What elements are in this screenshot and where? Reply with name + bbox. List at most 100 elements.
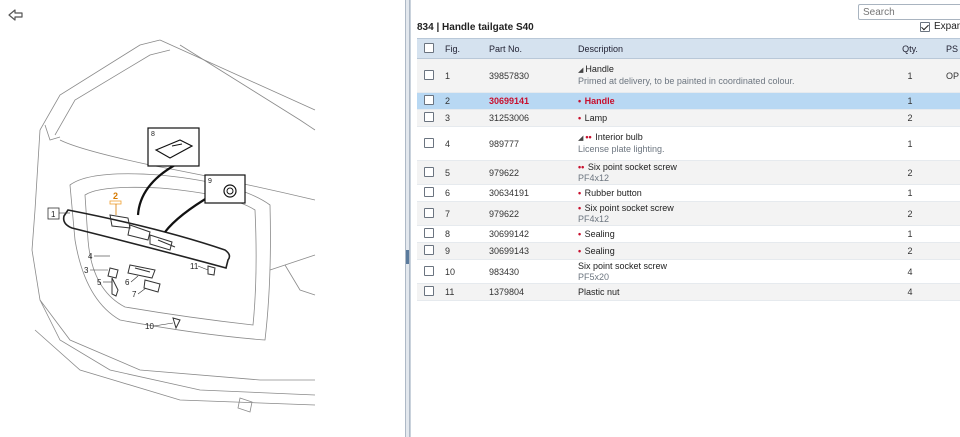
callout-label: 8 [151, 131, 155, 138]
table-row[interactable]: 11 1379804 Plastic nut 4 [417, 283, 960, 301]
row-checkbox[interactable] [424, 228, 434, 238]
cell-ps [942, 283, 960, 301]
cell-qty: 1 [878, 126, 942, 161]
cell-qty: 1 [878, 225, 942, 243]
row-checkbox[interactable] [424, 187, 434, 197]
cell-part-no[interactable]: 31253006 [485, 109, 574, 127]
cell-fig: 6 [441, 184, 485, 202]
expand-toggle[interactable]: Expand [920, 21, 960, 32]
search-input[interactable] [858, 4, 960, 20]
description-main: Six point socket screw [578, 261, 874, 272]
table-row[interactable]: 10 983430 Six point socket screw PF5x20 4 [417, 259, 960, 284]
cell-qty: 2 [878, 109, 942, 127]
cell-part-no[interactable]: 30699142 [485, 225, 574, 243]
description-main: Plastic nut [578, 287, 874, 298]
table-row[interactable]: 4 989777 ◢ •• Interior bulb License plate li… [417, 126, 960, 161]
select-all-checkbox[interactable] [424, 42, 434, 53]
column-header-fig[interactable]: Fig. [441, 38, 485, 59]
row-checkbox[interactable] [424, 112, 434, 122]
callout-label: 3 [84, 266, 89, 275]
expand-triangle-icon[interactable]: ◢ [578, 133, 583, 144]
table-row[interactable]: 3 31253006 • Lamp 2 [417, 109, 960, 127]
cell-ps [942, 242, 960, 260]
hierarchy-bullet: •• [578, 161, 585, 172]
row-checkbox[interactable] [424, 95, 434, 105]
cell-part-no[interactable]: 30699143 [485, 242, 574, 260]
callout-label: 5 [97, 278, 102, 287]
table-body: 1 39857830 ◢ Handle Primed at delivery, to b… [417, 58, 960, 301]
cell-part-no[interactable]: 39857830 [485, 58, 574, 93]
description-text: Handle [585, 64, 614, 74]
description-note: PF5x20 [578, 271, 610, 282]
description-main: • Sealing [578, 229, 874, 240]
splitter-grip-icon[interactable] [406, 250, 409, 264]
hierarchy-bullet: •• [585, 132, 592, 142]
expand-checkbox[interactable] [920, 21, 930, 32]
description-text: Six point socket screw [584, 202, 674, 213]
description-note: PF4x12 [578, 213, 610, 224]
description-text: Sealing [584, 245, 615, 256]
row-checkbox[interactable] [424, 265, 434, 276]
cell-fig: 2 [441, 92, 485, 110]
description-main: • Sealing [578, 246, 874, 257]
description-text: Handle [584, 95, 615, 106]
cell-part-no[interactable]: 30634191 [485, 184, 574, 202]
parts-list-pane: Expand 834 | Handle tailgate S40 Fig. Pa… [410, 0, 960, 437]
cell-description: ◢ Handle Primed at delivery, to be painted… [574, 58, 878, 93]
cell-fig: 8 [441, 225, 485, 243]
exploded-view-diagram[interactable]: 8 9 1 2 4 3 5 6 7 11 10 [0, 0, 405, 437]
cell-part-no[interactable]: 30699141 [485, 92, 574, 110]
column-header-ps[interactable]: PS [942, 38, 960, 59]
column-header-part-no[interactable]: Part No. [485, 38, 574, 59]
row-checkbox[interactable] [424, 69, 434, 80]
row-checkbox[interactable] [424, 137, 434, 148]
column-header-qty[interactable]: Qty. [878, 38, 942, 59]
row-checkbox[interactable] [424, 245, 434, 255]
cell-part-no[interactable]: 979622 [485, 160, 574, 185]
description-text: Six point socket screw [587, 161, 677, 172]
cell-qty: 2 [878, 242, 942, 260]
cell-ps [942, 160, 960, 185]
table-row[interactable]: 7 979622 • Six point socket screw PF4x12 2 [417, 201, 960, 226]
cell-ps [942, 92, 960, 110]
table-row[interactable]: 2 30699141 • Handle 1 [417, 92, 960, 110]
callout-label: 10 [145, 322, 154, 331]
cell-qty: 4 [878, 283, 942, 301]
cell-description: • Lamp [574, 109, 878, 127]
cell-fig: 7 [441, 201, 485, 226]
cell-fig: 9 [441, 242, 485, 260]
row-checkbox[interactable] [424, 207, 434, 218]
cell-part-no[interactable]: 1379804 [485, 283, 574, 301]
description-text: Six point socket screw [578, 260, 668, 271]
cell-qty: 1 [878, 184, 942, 202]
cell-part-no[interactable]: 979622 [485, 201, 574, 226]
app-root: 8 9 1 2 4 3 5 6 7 1 1 10 Search Expan 834… [0, 0, 960, 437]
description-main: •• Six point socket screw [578, 162, 874, 173]
cell-description: • Handle [574, 92, 878, 110]
cell-fig: 10 [441, 259, 485, 284]
table-row[interactable]: 5 979622 •• Six point socket screw PF4x12 2 [417, 160, 960, 185]
expand-label: Expand [934, 21, 960, 32]
cell-part-no[interactable]: 983430 [485, 259, 574, 284]
cell-ps: OP [942, 58, 960, 93]
table-row[interactable]: 6 30634191 • Rubber button 1 [417, 184, 960, 202]
description-text: Interior bulb [595, 132, 643, 142]
description-main: • Rubber button [578, 188, 874, 199]
table-row[interactable]: 8 30699142 • Sealing 1 [417, 225, 960, 243]
row-checkbox[interactable] [424, 286, 434, 296]
row-checkbox[interactable] [424, 166, 434, 177]
table-row[interactable]: 9 30699143 • Sealing 2 [417, 242, 960, 260]
callout-label: 4 [88, 252, 93, 261]
column-header-description[interactable]: Description [574, 38, 878, 59]
hierarchy-bullet: • [578, 187, 582, 198]
cell-description: • Sealing [574, 225, 878, 243]
cell-qty: 2 [878, 160, 942, 185]
cell-fig: 3 [441, 109, 485, 127]
cell-qty: 2 [878, 201, 942, 226]
table-header-row: Fig. Part No. Description Qty. PS [417, 38, 960, 59]
table-row[interactable]: 1 39857830 ◢ Handle Primed at delivery, to b… [417, 58, 960, 93]
expand-triangle-icon[interactable]: ◢ [578, 65, 583, 76]
back-arrow-icon[interactable] [8, 8, 26, 22]
cell-part-no[interactable]: 989777 [485, 126, 574, 161]
diagram-pane[interactable]: 8 9 1 2 4 3 5 6 7 11 10 [0, 0, 405, 437]
